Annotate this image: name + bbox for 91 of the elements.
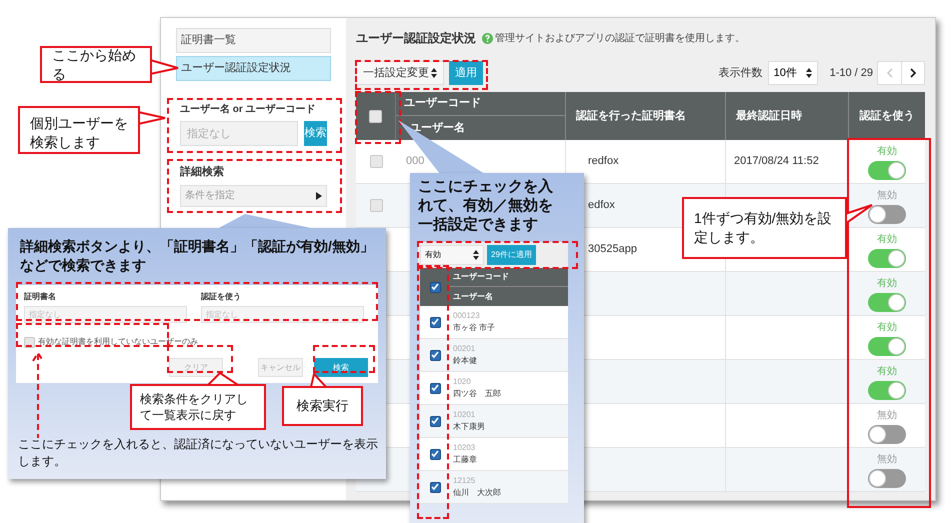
toggle-switch[interactable] <box>868 424 906 444</box>
column-header: ユーザーコード <box>404 96 481 112</box>
condition-dropdown[interactable]: 条件を指定 <box>180 184 327 206</box>
check-icon <box>431 351 439 359</box>
panel-title: ここにチェックを入れて、有効／無効を一括設定できます <box>418 177 554 234</box>
status-label: 無効 <box>877 188 897 202</box>
chevron-right-icon <box>910 68 916 78</box>
column-header: ユーザーコード <box>453 271 509 283</box>
status-label: 有効 <box>877 276 897 290</box>
apply-button[interactable]: 適用 <box>449 61 483 85</box>
field-label: 詳細検索 <box>180 164 225 180</box>
sidebar-item[interactable]: 証明書一覧 <box>176 28 331 53</box>
column-header: 最終認証日時 <box>736 108 802 124</box>
status-label: 無効 <box>877 452 897 466</box>
callout: 検索実行 <box>282 386 363 426</box>
toggle-switch[interactable] <box>868 468 906 488</box>
status-label: 有効 <box>877 232 897 246</box>
checkbox[interactable] <box>430 482 440 492</box>
table-cell-text: 12125 <box>453 475 476 487</box>
check-icon <box>431 483 439 491</box>
search-button[interactable]: 検索 <box>314 358 368 377</box>
table-cell-text: 10201 <box>453 409 476 421</box>
table-cell-text: 鈴本健 <box>453 355 478 367</box>
sort-icon <box>806 68 812 78</box>
table-cell-text: 30525app <box>588 242 637 258</box>
checkbox[interactable] <box>430 282 440 292</box>
checkbox[interactable] <box>430 448 440 460</box>
column-header: 認証を使う <box>860 108 914 124</box>
panel-title: 詳細検索ボタンより、「証明書名」「認証が有効/無効」などで検索できます <box>18 237 375 275</box>
check-icon <box>431 283 439 291</box>
callout: ここから始める <box>40 46 152 83</box>
input-field[interactable]: 指定なし <box>24 306 187 323</box>
table-cell-text: 四ツ谷 五郎 <box>453 388 502 400</box>
check-icon <box>431 450 439 458</box>
check-icon <box>431 384 439 392</box>
toggle-switch[interactable] <box>868 380 906 400</box>
callout: 1件ずつ有効/無効を設定します。 <box>682 197 847 259</box>
column-header: ユーザー名 <box>453 290 493 302</box>
table-cell-text: edfox <box>588 198 615 214</box>
chevron-left-icon <box>886 68 892 78</box>
check-icon <box>431 318 439 326</box>
toggle-switch[interactable] <box>868 336 906 356</box>
table-cell-text: 仙川 大次郎 <box>453 487 502 499</box>
table-cell-text: 10203 <box>453 442 476 454</box>
table-cell-text: 000123 <box>453 310 481 322</box>
status-label: 有効 <box>877 320 897 334</box>
checkbox[interactable] <box>430 316 440 328</box>
page-size-label: 表示件数 <box>718 66 763 81</box>
checkbox[interactable] <box>430 382 440 394</box>
status-label: 無効 <box>877 408 897 422</box>
toggle-switch[interactable] <box>868 292 906 312</box>
page-range: 1-10 / 29 <box>830 66 873 81</box>
caret-icon <box>316 192 322 200</box>
panel-note: ここにチェックを入れると、認証済になっていないユーザーを表示します。 <box>18 436 379 470</box>
highlight-frame <box>313 345 375 373</box>
search-field[interactable]: 指定なし <box>180 121 298 146</box>
table-cell-text: 1020 <box>453 376 472 388</box>
check-icon <box>431 417 439 425</box>
callout: 個別ユーザーを検索します <box>18 106 140 154</box>
page-title: ユーザー認証設定状況 <box>356 30 476 47</box>
table-cell-text: 市ヶ谷 市子 <box>453 322 496 334</box>
clear-button[interactable]: クリア <box>169 358 223 377</box>
toggle-switch[interactable] <box>868 248 906 268</box>
status-select[interactable]: 有効 <box>420 245 484 265</box>
table-cell-text: 木下康男 <box>453 421 486 433</box>
search-button[interactable]: 検索 <box>304 121 327 146</box>
help-icon <box>482 32 493 44</box>
input-field[interactable]: 指定なし <box>201 306 364 323</box>
field-label: ユーザー名 or ユーザーコード <box>180 102 316 117</box>
page-size-select[interactable]: 10件 <box>768 61 818 85</box>
bulk-select[interactable]: 一括設定変更 <box>356 61 444 85</box>
checkbox[interactable] <box>430 416 440 426</box>
table-cell-text: 00201 <box>453 343 476 355</box>
field-label: 証明書名 <box>24 291 57 303</box>
table-cell-text: 000 <box>406 154 426 170</box>
cancel-button[interactable]: キャンセル <box>258 358 303 377</box>
toggle-switch[interactable] <box>868 160 906 180</box>
sort-icon <box>431 68 437 78</box>
status-label: 有効 <box>877 144 897 158</box>
field-label: 認証を使う <box>201 291 242 303</box>
help-text: 管理サイトおよびアプリの認証で証明書を使用します。 <box>495 32 745 46</box>
sort-icon <box>473 250 479 260</box>
apply-button[interactable]: 29件に適用 <box>487 245 536 265</box>
checkbox[interactable] <box>430 350 440 360</box>
table-cell-text: redfox <box>588 154 619 170</box>
sidebar-item[interactable]: ユーザー認証設定状況 <box>176 56 331 81</box>
table-cell-text: 工藤章 <box>453 454 478 466</box>
status-label: 有効 <box>877 364 897 378</box>
toggle-switch[interactable] <box>868 204 906 224</box>
column-header: 認証を行った証明書名 <box>576 108 686 124</box>
table-cell-text: 2017/08/24 11:52 <box>734 154 819 170</box>
